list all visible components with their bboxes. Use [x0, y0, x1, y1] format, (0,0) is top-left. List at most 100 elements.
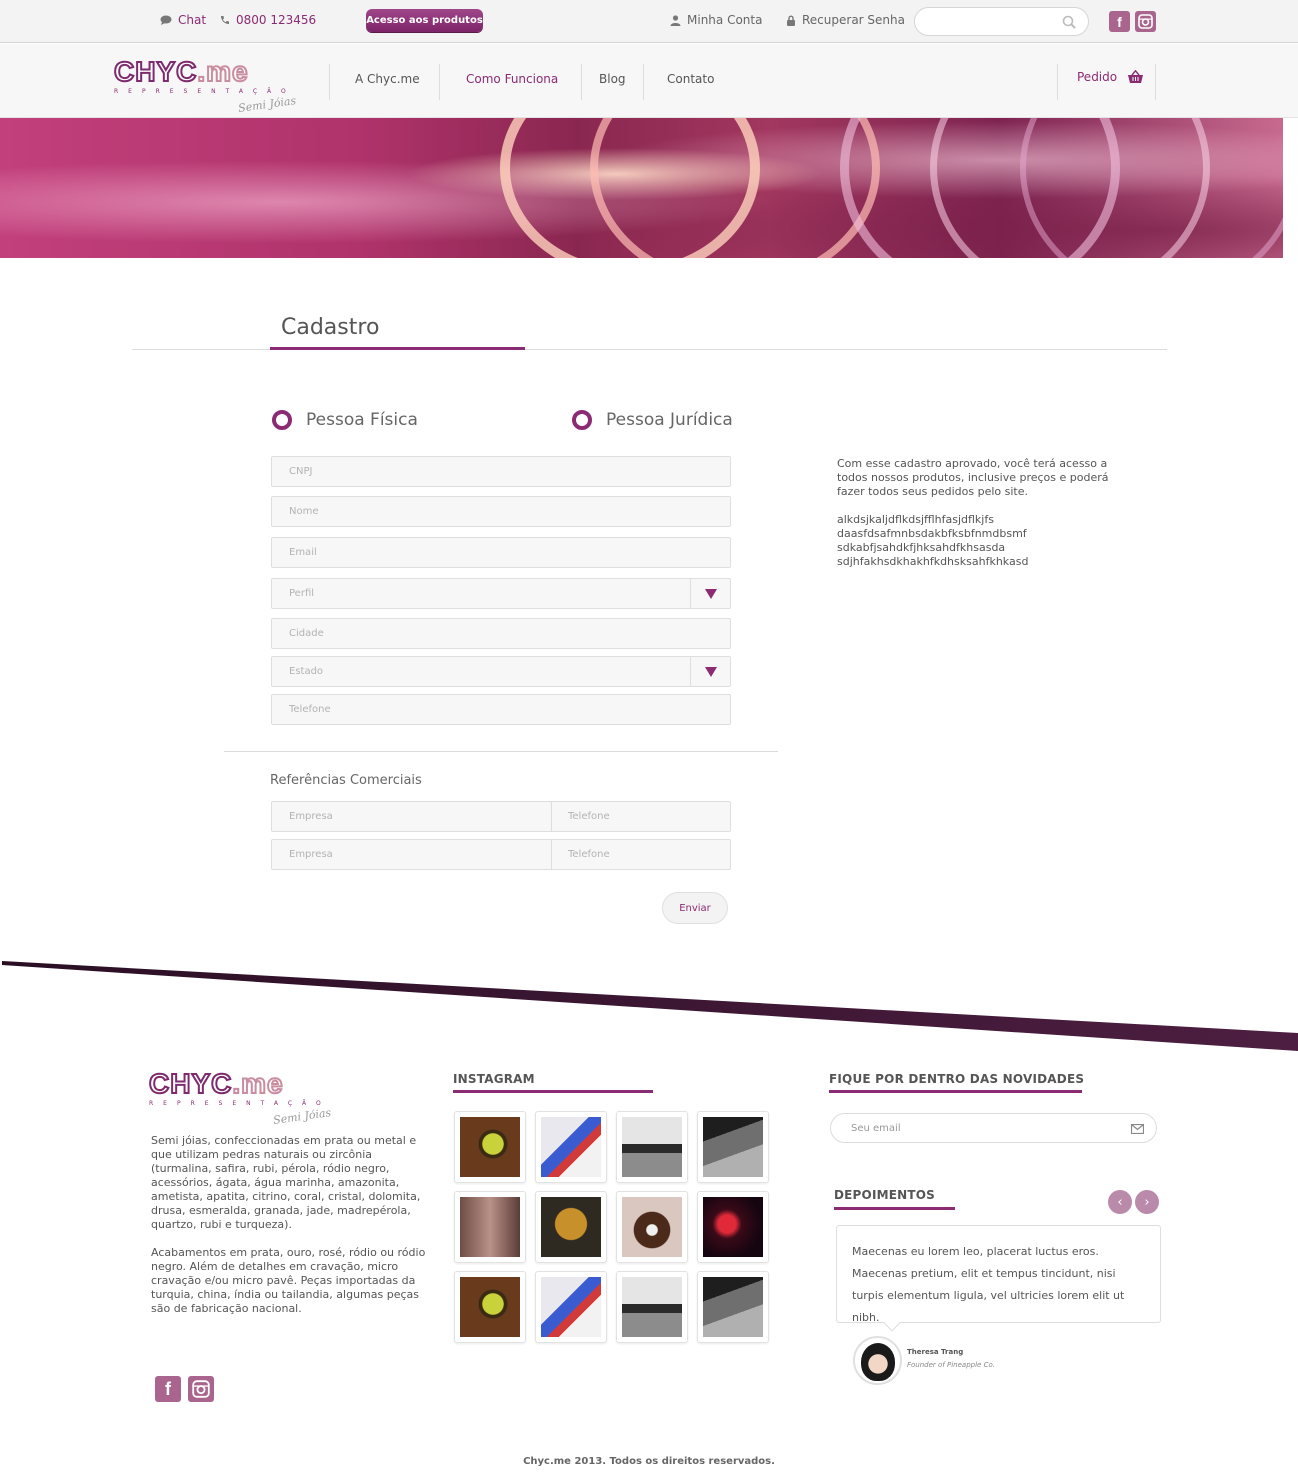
thumb-image	[703, 1197, 763, 1257]
nav-item-blog[interactable]: Blog	[599, 72, 626, 86]
instagram-thumb[interactable]	[616, 1271, 688, 1343]
acesso-produtos-button[interactable]: Acesso aos produtos	[366, 9, 483, 32]
radio-label: Pessoa Jurídica	[606, 410, 733, 430]
info-line: alkdsjkaljdflkdsjfflhfasjdflkjfs	[837, 513, 994, 526]
thumb-image	[622, 1277, 682, 1337]
site-logo[interactable]: CHYC.me REPRESENTAÇÃO Semi Jóias	[113, 56, 297, 115]
envelope-icon[interactable]	[1131, 1124, 1144, 1134]
perfil-dropdown-toggle[interactable]	[690, 579, 730, 608]
instagram-thumb[interactable]	[616, 1111, 688, 1183]
chat-bubble-icon	[160, 15, 172, 25]
avatar	[853, 1336, 902, 1385]
depoimentos-title: DEPOIMENTOS	[834, 1188, 936, 1202]
thumb-image	[541, 1277, 601, 1337]
field-placeholder: Estado	[289, 666, 324, 677]
empresa-field[interactable]: Empresa	[272, 802, 551, 831]
logo-script: Semi Jóias	[272, 1106, 332, 1127]
field-placeholder: Email	[289, 547, 317, 558]
instagram-thumb[interactable]	[697, 1111, 769, 1183]
cadastro-info: Com esse cadastro aprovado, você terá ac…	[837, 457, 1112, 569]
newsletter-underline	[829, 1090, 1082, 1093]
avatar-face	[861, 1343, 895, 1381]
instagram-thumb[interactable]	[454, 1271, 526, 1343]
radio-pessoa-fisica[interactable]: Pessoa Física	[272, 410, 418, 430]
radio-circle-icon[interactable]	[272, 410, 292, 430]
instagram-glyph-icon	[192, 1380, 210, 1398]
instagram-title: INSTAGRAM	[453, 1072, 535, 1086]
thumb-image	[622, 1117, 682, 1177]
testimonial-author: Theresa Trang	[907, 1348, 964, 1356]
footer-diagonal-band	[2, 961, 1298, 1051]
estado-select[interactable]: Estado	[271, 656, 731, 687]
footer-facebook-icon[interactable]: f	[155, 1376, 181, 1402]
nav-divider	[1155, 64, 1156, 100]
footer-logo[interactable]: CHYC.me REPRESENTAÇÃO Semi Jóias	[148, 1069, 332, 1127]
instagram-thumb[interactable]	[697, 1271, 769, 1343]
cidade-field[interactable]: Cidade	[271, 618, 731, 649]
instagram-icon[interactable]	[1135, 11, 1156, 32]
triangle-down-icon	[704, 666, 717, 677]
nav-item-contato[interactable]: Contato	[667, 72, 714, 86]
referencia-row: Empresa Telefone	[271, 801, 731, 832]
perfil-select[interactable]: Perfil	[271, 578, 731, 609]
radio-circle-icon[interactable]	[572, 410, 592, 430]
enviar-button[interactable]: Enviar	[662, 892, 728, 924]
minha-conta-link[interactable]: Minha Conta	[670, 13, 762, 27]
field-placeholder: Telefone	[568, 849, 610, 860]
footer-instagram-icon[interactable]	[188, 1376, 214, 1402]
page-title: Cadastro	[281, 315, 380, 340]
testimonial-author-role: Founder of Pineapple Co.	[907, 1361, 995, 1369]
chat-label: Chat	[178, 13, 207, 27]
instagram-thumb[interactable]	[616, 1191, 688, 1263]
chevron-left-icon[interactable]: ‹	[1108, 1190, 1132, 1214]
search-icon[interactable]	[1062, 15, 1076, 29]
phone-icon	[221, 16, 229, 24]
instagram-thumb[interactable]	[454, 1111, 526, 1183]
info-line: sdjhfakhsdkhakhfkdhsksahfkhkasd	[837, 555, 1029, 568]
nav-divider	[1057, 64, 1058, 100]
chevron-right-icon[interactable]: ›	[1135, 1190, 1159, 1214]
email-field[interactable]: Email	[271, 537, 731, 568]
empresa-field[interactable]: Empresa	[272, 840, 551, 869]
instagram-thumb[interactable]	[697, 1191, 769, 1263]
newsletter-email-input[interactable]: Seu email	[830, 1113, 1157, 1143]
instagram-underline	[453, 1090, 653, 1093]
nav-divider	[439, 64, 440, 100]
estado-dropdown-toggle[interactable]	[690, 657, 730, 686]
nav-item-como-funciona[interactable]: Como Funciona	[466, 72, 558, 86]
phone-number: 0800 123456	[236, 13, 317, 27]
search-input[interactable]	[914, 7, 1089, 36]
basket-icon	[1128, 70, 1144, 83]
field-placeholder: Telefone	[568, 811, 610, 822]
chat-link[interactable]: Chat	[160, 13, 206, 27]
instagram-thumb[interactable]	[454, 1191, 526, 1263]
thumb-image	[460, 1197, 520, 1257]
logo-subtitle: REPRESENTAÇÃO	[114, 88, 296, 95]
logo-wordmark: CHYC.me	[113, 56, 249, 87]
instagram-thumb[interactable]	[535, 1111, 607, 1183]
lock-icon	[787, 15, 795, 26]
telefone-field[interactable]: Telefone	[271, 694, 731, 725]
thumb-image	[622, 1197, 682, 1257]
phone-link[interactable]: 0800 123456	[220, 13, 316, 27]
instagram-thumb[interactable]	[535, 1271, 607, 1343]
instagram-thumb[interactable]	[535, 1191, 607, 1263]
title-underline	[270, 347, 525, 350]
nav-divider	[329, 64, 330, 100]
ref-telefone-field[interactable]: Telefone	[552, 802, 730, 831]
radio-pessoa-juridica[interactable]: Pessoa Jurídica	[572, 410, 733, 430]
field-placeholder: Empresa	[289, 849, 333, 860]
footer-about: Semi jóias, confeccionadas em prata ou m…	[151, 1134, 426, 1330]
nome-field[interactable]: Nome	[271, 496, 731, 527]
pedido-label: Pedido	[1077, 70, 1118, 84]
cnpj-field[interactable]: CNPJ	[271, 456, 731, 487]
referencia-row: Empresa Telefone	[271, 839, 731, 870]
facebook-icon[interactable]: f	[1109, 11, 1130, 32]
depoimentos-underline	[834, 1207, 955, 1210]
nav-item-a-chyc[interactable]: A Chyc.me	[355, 72, 420, 86]
recuperar-senha-link[interactable]: Recuperar Senha	[786, 13, 905, 27]
bracelet-shape	[590, 118, 880, 258]
pedido-cart-link[interactable]: Pedido	[1077, 70, 1144, 84]
about-paragraph: Semi jóias, confeccionadas em prata ou m…	[151, 1134, 421, 1231]
ref-telefone-field[interactable]: Telefone	[552, 840, 730, 869]
